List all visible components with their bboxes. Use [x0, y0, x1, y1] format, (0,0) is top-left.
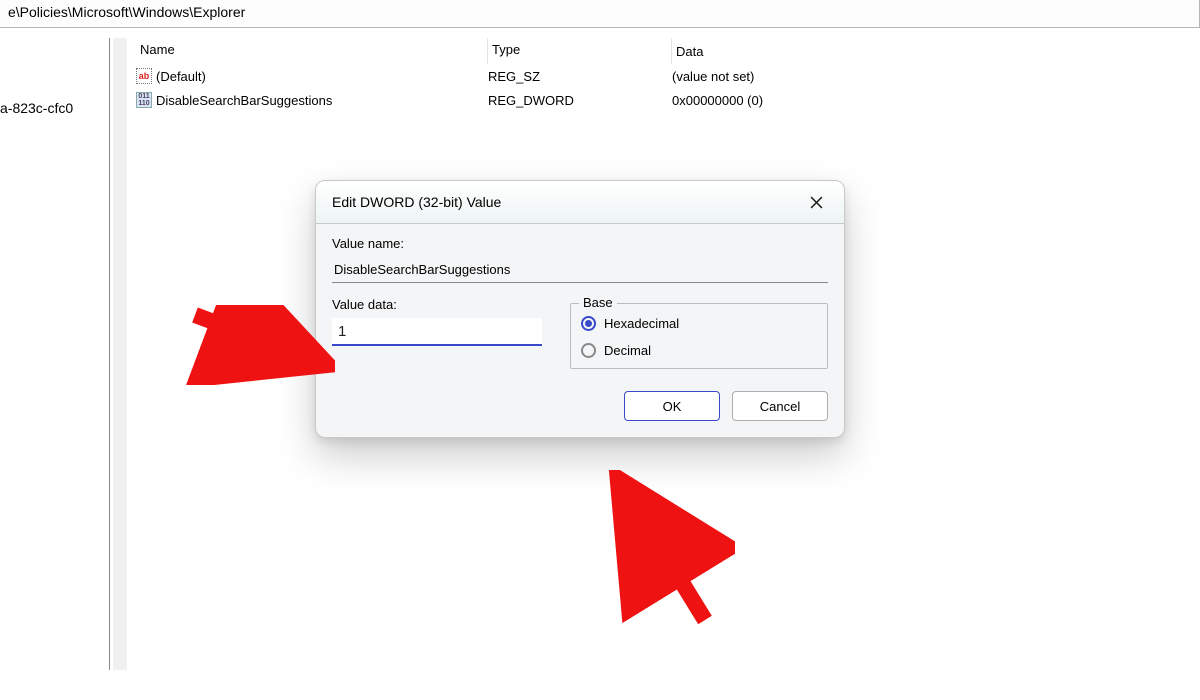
base-group: Base Hexadecimal Decimal — [570, 303, 828, 369]
value-name-field[interactable] — [332, 257, 828, 283]
close-button[interactable] — [802, 191, 830, 213]
tree-item[interactable]: a-823c-cfc0 — [0, 100, 73, 116]
dialog-titlebar[interactable]: Edit DWORD (32-bit) Value — [316, 181, 844, 224]
radio-icon — [581, 343, 596, 358]
value-type-cell: REG_SZ — [488, 69, 672, 84]
value-row[interactable]: 011110 DisableSearchBarSuggestions REG_D… — [128, 88, 1200, 112]
value-data-cell: 0x00000000 (0) — [672, 93, 1192, 108]
column-headers[interactable]: Name Type Data — [128, 38, 1200, 64]
radio-label: Decimal — [604, 343, 651, 358]
reg-sz-icon: ab — [136, 68, 152, 84]
radio-decimal[interactable]: Decimal — [581, 343, 817, 358]
dialog-title: Edit DWORD (32-bit) Value — [332, 194, 501, 210]
reg-dword-icon: 011110 — [136, 92, 152, 108]
column-data[interactable]: Data — [672, 40, 1192, 63]
cancel-button[interactable]: Cancel — [732, 391, 828, 421]
base-group-label: Base — [579, 295, 617, 310]
edit-dword-dialog: Edit DWORD (32-bit) Value Value name: Va… — [315, 180, 845, 438]
address-bar[interactable]: e\Policies\Microsoft\Windows\Explorer — [0, 0, 1200, 28]
radio-icon — [581, 316, 596, 331]
value-data-input[interactable] — [332, 318, 542, 346]
value-name-label: Value name: — [332, 236, 828, 251]
radio-label: Hexadecimal — [604, 316, 679, 331]
column-name[interactable]: Name — [136, 38, 488, 64]
tree-pane[interactable]: a-823c-cfc0 — [0, 38, 110, 670]
value-name-cell: DisableSearchBarSuggestions — [156, 93, 332, 108]
ok-button[interactable]: OK — [624, 391, 720, 421]
close-icon — [810, 196, 823, 209]
column-type[interactable]: Type — [488, 38, 672, 64]
radio-hexadecimal[interactable]: Hexadecimal — [581, 316, 817, 331]
tree-scrollbar[interactable] — [113, 38, 127, 670]
value-name-cell: (Default) — [156, 69, 206, 84]
value-data-label: Value data: — [332, 297, 542, 312]
value-data-cell: (value not set) — [672, 69, 1192, 84]
value-type-cell: REG_DWORD — [488, 93, 672, 108]
value-row[interactable]: ab (Default) REG_SZ (value not set) — [128, 64, 1200, 88]
